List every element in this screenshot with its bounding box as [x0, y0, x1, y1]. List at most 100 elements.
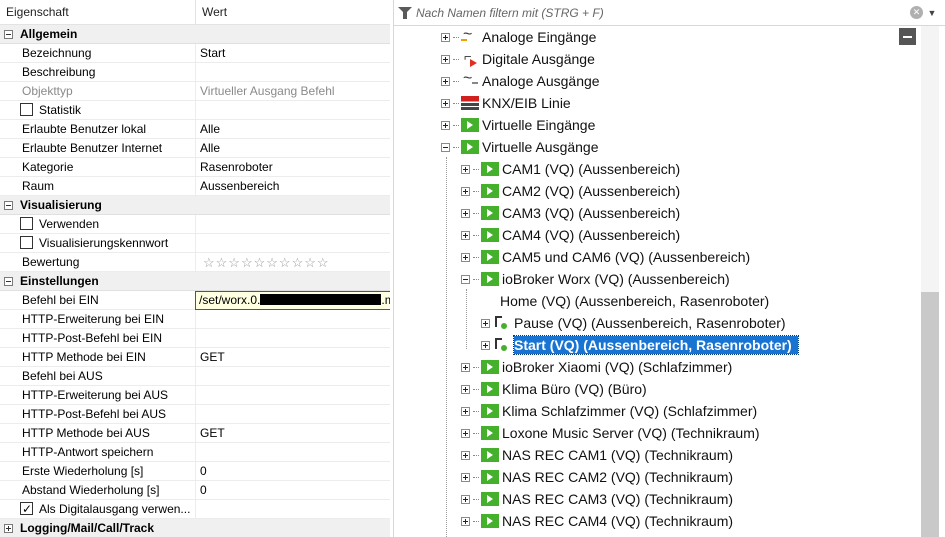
tree-node-worx[interactable]: ioBroker Worx (VQ) (Aussenbereich) [461, 268, 730, 290]
expand-icon[interactable] [481, 340, 490, 350]
category-logging[interactable]: Logging/Mail/Call/Track [0, 519, 390, 537]
prop-value[interactable] [196, 367, 390, 386]
tree-node-home[interactable]: Home (VQ) (Aussenbereich, Rasenroboter) [500, 290, 769, 312]
tree-node-virtuelle-eingaenge[interactable]: Virtuelle Eingänge [441, 114, 595, 136]
expand-icon[interactable] [461, 384, 470, 394]
collapse-icon[interactable] [4, 29, 13, 39]
prop-http-erw-ein[interactable]: HTTP-Erweiterung bei EIN [0, 310, 390, 329]
prop-raum[interactable]: Raum Aussenbereich [0, 177, 390, 196]
prop-statistik[interactable]: Statistik [0, 101, 390, 120]
expand-icon[interactable] [441, 98, 450, 108]
statistik-checkbox[interactable] [20, 103, 33, 116]
prop-value[interactable]: Rasenroboter [196, 158, 390, 177]
tree-node-klima-schlaf[interactable]: Klima Schlafzimmer (VQ) (Schlafzimmer) [461, 400, 757, 422]
prop-http-post-aus[interactable]: HTTP-Post-Befehl bei AUS [0, 405, 390, 424]
prop-bezeichnung[interactable]: Bezeichnung Start [0, 44, 390, 63]
column-header-property[interactable]: Eigenschaft [0, 0, 196, 24]
tree-node-nas1[interactable]: NAS REC CAM1 (VQ) (Technikraum) [461, 444, 733, 466]
prop-value[interactable]: 0 [196, 462, 390, 481]
tree-node-pause[interactable]: Pause (VQ) (Aussenbereich, Rasenroboter) [481, 312, 786, 334]
filter-input[interactable] [416, 5, 910, 20]
prop-viskennwort[interactable]: Visualisierungskennwort [0, 234, 390, 253]
tree-node-analoge-eingaenge[interactable]: Analoge Eingänge [441, 26, 596, 48]
expand-icon[interactable] [461, 450, 470, 460]
expand-icon[interactable] [461, 428, 470, 438]
prop-beschreibung[interactable]: Beschreibung [0, 63, 390, 82]
prop-bewertung[interactable]: Bewertung ☆☆☆☆☆☆☆☆☆☆ [0, 253, 390, 272]
tree-node-cam4[interactable]: CAM4 (VQ) (Aussenbereich) [461, 224, 680, 246]
prop-value[interactable]: GET [196, 424, 390, 443]
tree-node-analoge-ausgaenge[interactable]: Analoge Ausgänge [441, 70, 600, 92]
prop-http-methode-aus[interactable]: HTTP Methode bei AUS GET [0, 424, 390, 443]
tree-node-nas2[interactable]: NAS REC CAM2 (VQ) (Technikraum) [461, 466, 733, 488]
expand-icon[interactable] [461, 472, 470, 482]
prop-value[interactable] [196, 443, 390, 462]
expand-icon[interactable] [4, 523, 13, 533]
tree-node-cam1[interactable]: CAM1 (VQ) (Aussenbereich) [461, 158, 680, 180]
clear-filter-icon[interactable]: ✕ [910, 6, 923, 19]
expand-icon[interactable] [441, 54, 450, 64]
prop-value[interactable]: Alle [196, 139, 390, 158]
expand-icon[interactable] [461, 362, 470, 372]
vertical-scrollbar[interactable] [921, 26, 939, 537]
prop-value[interactable] [196, 405, 390, 424]
collapse-icon[interactable] [461, 274, 470, 284]
expand-icon[interactable] [441, 76, 450, 86]
prop-value[interactable] [196, 386, 390, 405]
expand-icon[interactable] [441, 32, 450, 42]
collapse-icon[interactable] [4, 200, 13, 210]
expand-icon[interactable] [461, 516, 470, 526]
prop-value[interactable]: 0 [196, 481, 390, 500]
collapse-all-button[interactable] [899, 28, 916, 45]
tree-node-cam56[interactable]: CAM5 und CAM6 (VQ) (Aussenbereich) [461, 246, 750, 268]
scrollbar-thumb[interactable] [921, 292, 939, 537]
expand-icon[interactable] [461, 252, 470, 262]
category-visualisierung[interactable]: Visualisierung [0, 196, 390, 215]
expand-icon[interactable] [461, 406, 470, 416]
tree-node-nas3[interactable]: NAS REC CAM3 (VQ) (Technikraum) [461, 488, 733, 510]
tree-node-nas4[interactable]: NAS REC CAM4 (VQ) (Technikraum) [461, 510, 733, 532]
prop-value[interactable] [196, 63, 390, 82]
tree-node-virtuelle-ausgaenge[interactable]: Virtuelle Ausgänge [441, 136, 599, 158]
category-einstellungen[interactable]: Einstellungen [0, 272, 390, 291]
tree-node-knx[interactable]: KNX/EIB Linie [441, 92, 571, 114]
prop-value[interactable] [196, 329, 390, 348]
expand-icon[interactable] [481, 318, 490, 328]
prop-benutzer-internet[interactable]: Erlaubte Benutzer Internet Alle [0, 139, 390, 158]
prop-verwenden[interactable]: Verwenden [0, 215, 390, 234]
prop-value[interactable]: Start [196, 44, 390, 63]
tree-node-start[interactable]: Start (VQ) (Aussenbereich, Rasenroboter) [481, 334, 799, 356]
column-header-value[interactable]: Wert [196, 0, 227, 24]
prop-digitalausgang[interactable]: Als Digitalausgang verwen... [0, 500, 390, 519]
prop-benutzer-lokal[interactable]: Erlaubte Benutzer lokal Alle [0, 120, 390, 139]
prop-http-antwort[interactable]: HTTP-Antwort speichern [0, 443, 390, 462]
expand-icon[interactable] [461, 230, 470, 240]
prop-value[interactable] [196, 310, 390, 329]
tree-node-klima-buero[interactable]: Klima Büro (VQ) (Büro) [461, 378, 647, 400]
prop-http-methode-ein[interactable]: HTTP Methode bei EIN GET [0, 348, 390, 367]
collapse-icon[interactable] [441, 142, 450, 152]
verwenden-checkbox[interactable] [20, 217, 33, 230]
prop-abstand-wdh[interactable]: Abstand Wiederholung [s] 0 [0, 481, 390, 500]
filter-dropdown-icon[interactable]: ▼ [925, 8, 939, 18]
tree-node-digitale-ausgaenge[interactable]: Digitale Ausgänge [441, 48, 595, 70]
prop-value[interactable]: GET [196, 348, 390, 367]
prop-http-erw-aus[interactable]: HTTP-Erweiterung bei AUS [0, 386, 390, 405]
expand-icon[interactable] [461, 494, 470, 504]
prop-value[interactable]: Alle [196, 120, 390, 139]
tree-node-loxone[interactable]: Loxone Music Server (VQ) (Technikraum) [461, 422, 760, 444]
expand-icon[interactable] [461, 208, 470, 218]
expand-icon[interactable] [441, 120, 450, 130]
prop-kategorie[interactable]: Kategorie Rasenroboter [0, 158, 390, 177]
category-allgemein[interactable]: Allgemein [0, 25, 390, 44]
prop-http-post-ein[interactable]: HTTP-Post-Befehl bei EIN [0, 329, 390, 348]
rating-stars[interactable]: ☆☆☆☆☆☆☆☆☆☆ [200, 255, 330, 270]
prop-erste-wdh[interactable]: Erste Wiederholung [s] 0 [0, 462, 390, 481]
prop-value[interactable]: Aussenbereich [196, 177, 390, 196]
expand-icon[interactable] [461, 186, 470, 196]
expand-icon[interactable] [461, 164, 470, 174]
tree-node-xiaomi[interactable]: ioBroker Xiaomi (VQ) (Schlafzimmer) [461, 356, 732, 378]
digitalausgang-checkbox[interactable] [20, 500, 33, 518]
viskennwort-checkbox[interactable] [20, 236, 33, 249]
prop-befehl-aus[interactable]: Befehl bei AUS [0, 367, 390, 386]
